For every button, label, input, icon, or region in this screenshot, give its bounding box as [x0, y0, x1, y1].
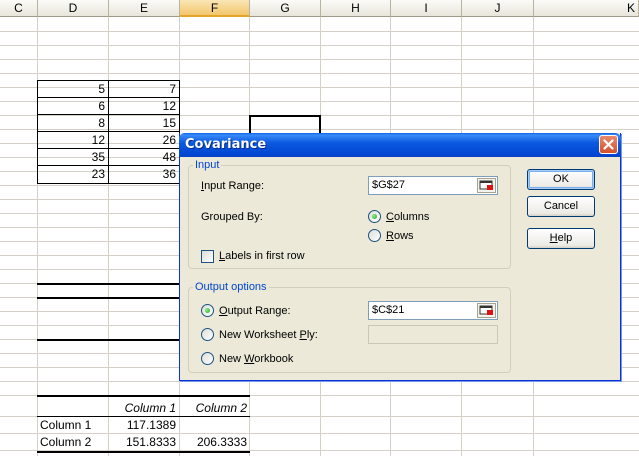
- rows-radio[interactable]: [368, 229, 381, 242]
- cell-d-value[interactable]: 15: [109, 116, 179, 130]
- output-options-legend: Output options: [195, 281, 267, 293]
- cell-d-value[interactable]: 7: [109, 82, 179, 96]
- rows-radio-label[interactable]: Rows: [386, 230, 414, 242]
- column-header-d[interactable]: D: [38, 0, 109, 17]
- column-header-i[interactable]: I: [391, 0, 462, 17]
- labels-first-row-label[interactable]: Labels in first row: [219, 250, 305, 262]
- cell-c-value[interactable]: 8: [38, 116, 108, 130]
- columns-radio[interactable]: [368, 210, 381, 223]
- output-range-label[interactable]: Output Range:: [219, 305, 291, 317]
- cell-c-value[interactable]: 23: [38, 167, 108, 181]
- column-header-e[interactable]: E: [109, 0, 180, 17]
- cell-c-value[interactable]: 35: [38, 150, 108, 164]
- cell-c-value[interactable]: 12: [38, 133, 108, 147]
- column-header-g[interactable]: G: [250, 0, 321, 17]
- cov-row-label[interactable]: Column 1: [40, 418, 108, 432]
- cov-value[interactable]: 151.8333: [109, 435, 179, 449]
- cell-c-value[interactable]: 5: [38, 82, 108, 96]
- cell-c-value[interactable]: 6: [38, 99, 108, 113]
- input-group-legend: Input: [195, 159, 220, 171]
- column-header-j[interactable]: J: [462, 0, 534, 17]
- dialog-titlebar[interactable]: Covariance: [179, 133, 621, 157]
- close-icon: [603, 139, 614, 150]
- collapse-dialog-icon[interactable]: [477, 178, 496, 193]
- help-button[interactable]: Help: [527, 228, 595, 249]
- cell-d-value[interactable]: 48: [109, 150, 179, 164]
- collapse-dialog-icon[interactable]: [477, 303, 496, 318]
- output-range-radio[interactable]: [201, 304, 214, 317]
- column-header-k[interactable]: K: [534, 0, 639, 17]
- new-worksheet-ply-field[interactable]: [368, 325, 498, 344]
- column-header-c[interactable]: C: [0, 0, 38, 17]
- cell-d-value[interactable]: 26: [109, 133, 179, 147]
- column-header-f[interactable]: F: [180, 0, 250, 17]
- column-header-h[interactable]: H: [321, 0, 391, 17]
- input-range-label: Input Range:: [201, 180, 264, 192]
- cov-header-col2[interactable]: Column 2: [180, 401, 250, 415]
- columns-radio-label[interactable]: Columns: [386, 211, 429, 223]
- cell-d-value[interactable]: 36: [109, 167, 179, 181]
- cov-value[interactable]: 206.3333: [180, 435, 250, 449]
- new-workbook-label[interactable]: New Workbook: [219, 353, 293, 365]
- close-button[interactable]: [599, 135, 618, 154]
- new-worksheet-ply-radio[interactable]: [201, 328, 214, 341]
- cancel-button[interactable]: Cancel: [527, 196, 595, 217]
- grouped-by-label: Grouped By:: [201, 211, 263, 223]
- new-workbook-radio[interactable]: [201, 352, 214, 365]
- cell-d-value[interactable]: 12: [109, 99, 179, 113]
- labels-first-row-checkbox[interactable]: [201, 250, 214, 263]
- dialog-title: Covariance: [185, 137, 267, 152]
- new-worksheet-ply-label[interactable]: New Worksheet Ply:: [219, 329, 318, 341]
- covariance-dialog: Covariance Input Input Range: $G$27 Grou…: [179, 133, 621, 381]
- ok-button[interactable]: OK: [527, 169, 595, 190]
- cov-row-label[interactable]: Column 2: [40, 435, 108, 449]
- cov-header-col1[interactable]: Column 1: [109, 401, 179, 415]
- cov-value[interactable]: 117.1389: [109, 418, 179, 432]
